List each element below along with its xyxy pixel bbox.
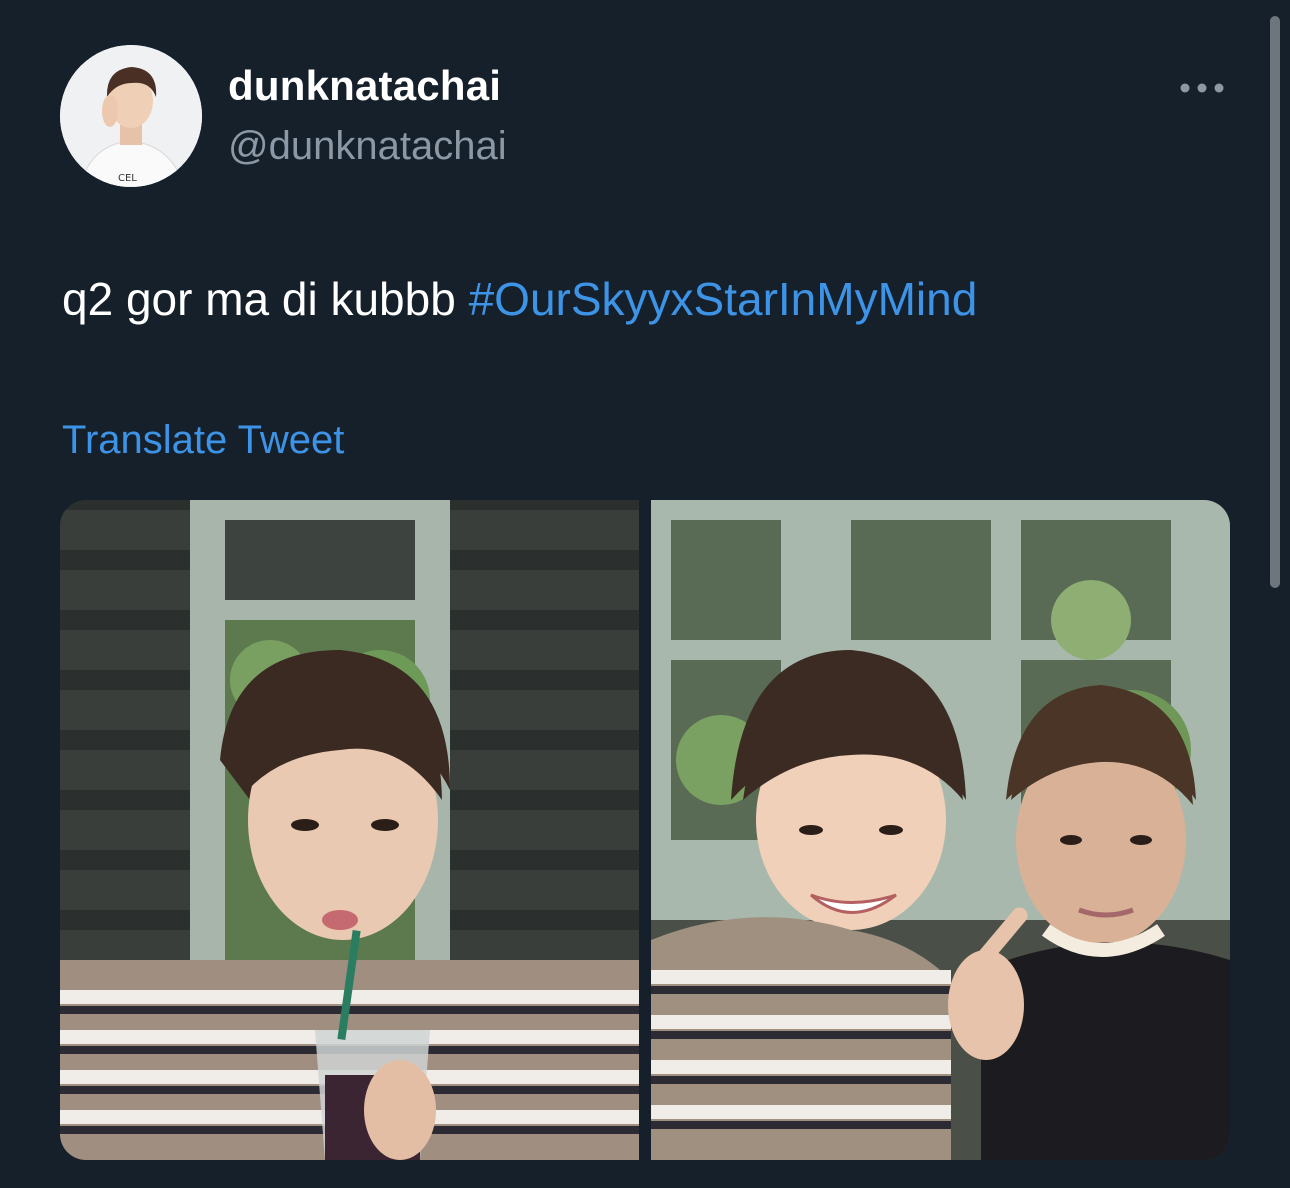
photo-2[interactable]: [651, 500, 1230, 1160]
more-options-button[interactable]: [1172, 70, 1232, 106]
scrollbar[interactable]: [1270, 16, 1280, 588]
more-icon: [1180, 83, 1224, 93]
display-name[interactable]: dunknatachai: [228, 62, 501, 110]
photo-icon: [60, 500, 639, 1160]
hashtag-link[interactable]: #OurSkyyxStarInMyMind: [469, 273, 978, 325]
tweet-card: CEL dunknatachai @dunknatachai q2 gor ma…: [0, 0, 1290, 1188]
media-grid: [60, 500, 1230, 1160]
tweet-body: q2 gor ma di kubbb: [62, 273, 469, 325]
photo-1[interactable]: [60, 500, 639, 1160]
avatar-image: CEL: [60, 45, 202, 187]
tweet-text: q2 gor ma di kubbb #OurSkyyxStarInMyMind: [62, 272, 977, 326]
translate-tweet-link[interactable]: Translate Tweet: [62, 418, 344, 463]
avatar[interactable]: CEL: [60, 45, 202, 187]
svg-text:CEL: CEL: [118, 173, 137, 184]
user-handle[interactable]: @dunknatachai: [228, 124, 507, 169]
photo-icon: [651, 500, 1230, 1160]
